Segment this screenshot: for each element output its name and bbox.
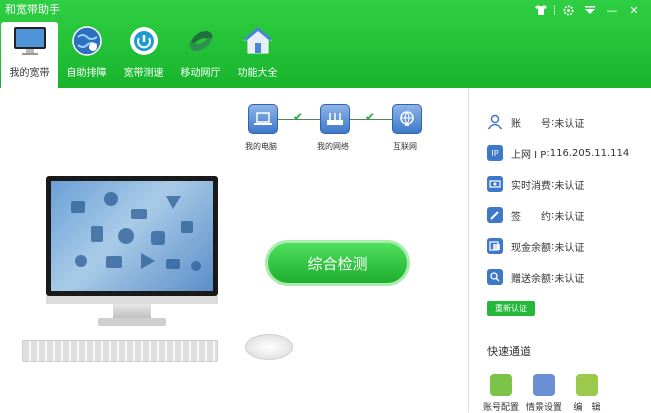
info-label: 签 约 (511, 211, 551, 223)
info-label: 账 号 (511, 118, 551, 130)
nav-label: 自助排障 (66, 68, 107, 79)
user-icon (487, 114, 503, 130)
info-value: 未认证 (554, 118, 585, 130)
header-bar: 和宽带助手 — ✕ 我的宽带 自助排障 宽带测速 移动网厅 功能大全 (0, 0, 651, 88)
ip-icon: IP (487, 145, 503, 161)
quick-item-label: 编 辑 (573, 403, 601, 413)
nav-item-my-broadband[interactable]: 我的宽带 (1, 22, 58, 88)
window-controls: — ✕ (532, 2, 643, 18)
realtime-spend-row: 实时消费 : 未认证 (487, 176, 584, 192)
info-value: 116.205.11.114 (549, 147, 630, 159)
monitor-screen (51, 181, 213, 291)
cash-icon (487, 176, 503, 192)
comprehensive-check-button[interactable]: 综合检测 (265, 240, 410, 286)
nav-item-self-troubleshoot[interactable]: 自助排障 (58, 22, 115, 88)
minimize-button[interactable]: — (603, 2, 621, 18)
node-label: 互联网 (393, 142, 417, 151)
main-nav: 我的宽带 自助排障 宽带测速 移动网厅 功能大全 (0, 22, 286, 88)
node-label: 我的网络 (317, 142, 349, 151)
quick-item-scene-settings[interactable]: 情景设置 (524, 374, 564, 413)
account-panel: 账 号 : 未认证 IP 上网 I P : 116.205.11.114 实时消… (468, 88, 651, 413)
quick-item-label: 账号配置 (482, 403, 519, 413)
pen-icon (487, 207, 503, 223)
quick-item-account-config[interactable]: 账号配置 (481, 374, 521, 413)
info-value: 未认证 (554, 273, 585, 285)
gift-balance-row: 赠送余额 : 未认证 (487, 269, 584, 285)
check-icon: ✔ (293, 110, 304, 124)
close-button[interactable]: ✕ (625, 2, 643, 18)
account-row: 账 号 : 未认证 (487, 114, 584, 130)
gear-icon[interactable] (559, 2, 577, 18)
cash-balance-row: 现金余额 : 未认证 (487, 238, 584, 254)
ip-row: IP 上网 I P : 116.205.11.114 (487, 145, 629, 161)
nav-item-speed-test[interactable]: 宽带测速 (115, 22, 172, 88)
contract-row: 签 约 : 未认证 (487, 207, 584, 223)
nav-item-mobile-hall[interactable]: 移动网厅 (172, 22, 229, 88)
info-value: 未认证 (554, 211, 585, 223)
check-icon: ✔ (365, 110, 376, 124)
app-title: 和宽带助手 (5, 3, 60, 16)
nav-item-all-functions[interactable]: 功能大全 (229, 22, 286, 88)
reauth-button[interactable]: 重新认证 (487, 301, 535, 316)
edit-icon (576, 374, 598, 396)
scene-settings-icon (533, 374, 555, 396)
router-icon (320, 104, 350, 134)
quick-item-edit[interactable]: 编 辑 (567, 374, 607, 413)
wallet-icon (487, 238, 503, 254)
nav-label: 我的宽带 (9, 68, 50, 79)
laptop-icon (248, 104, 278, 134)
monitor-icon (13, 24, 47, 58)
keyboard-illustration (22, 340, 218, 362)
mouse-illustration (245, 334, 293, 360)
divider (554, 5, 555, 15)
shirt-icon[interactable] (532, 2, 550, 18)
computer-illustration (46, 176, 218, 296)
globe-icon (70, 24, 104, 58)
info-value: 未认证 (554, 180, 585, 192)
menu-icon[interactable] (581, 2, 599, 18)
gift-icon (487, 269, 503, 285)
node-label: 我的电脑 (245, 142, 277, 151)
nav-label: 功能大全 (237, 68, 278, 79)
globe-icon (392, 104, 422, 134)
quick-access-title: 快速通道 (487, 345, 531, 358)
quick-item-label: 情景设置 (525, 403, 562, 413)
info-label: 上网 I P (511, 149, 547, 161)
nav-label: 移动网厅 (180, 68, 221, 79)
house-icon (241, 24, 275, 58)
info-label: 实时消费 (511, 180, 551, 192)
monitor-chin (46, 296, 218, 304)
monitor-base (98, 318, 166, 326)
china-mobile-icon (184, 24, 218, 58)
speed-icon (127, 24, 161, 58)
info-value: 未认证 (554, 242, 585, 254)
account-config-icon (490, 374, 512, 396)
info-label: 现金余额 (511, 242, 551, 254)
info-label: 赠送余额 (511, 273, 551, 285)
nav-label: 宽带测速 (123, 68, 164, 79)
